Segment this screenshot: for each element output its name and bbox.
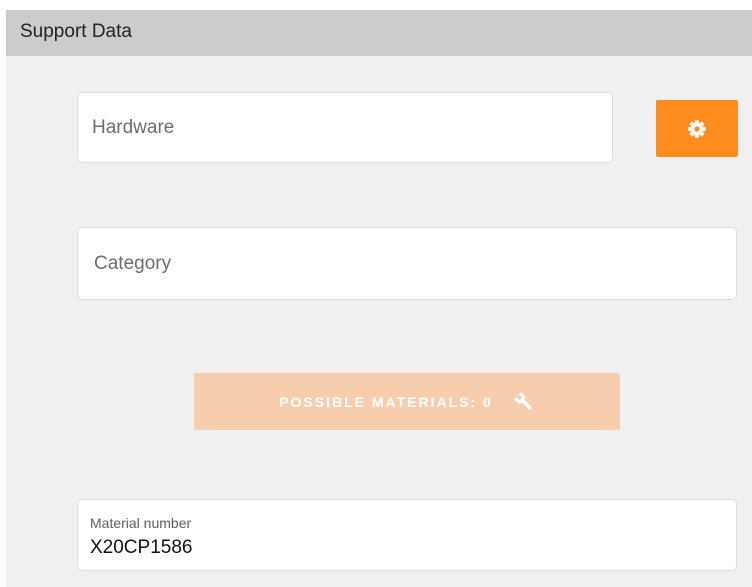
material-number-value: X20CP1586 <box>90 537 193 558</box>
hardware-placeholder: Hardware <box>92 116 175 138</box>
hardware-field[interactable]: Hardware <box>77 92 613 163</box>
category-field[interactable]: Category <box>77 227 737 300</box>
material-number-label: Material number <box>90 515 192 531</box>
category-placeholder: Category <box>94 252 172 274</box>
settings-button[interactable] <box>656 100 738 157</box>
possible-materials-label: POSSIBLE MATERIALS: 0 <box>279 393 493 410</box>
material-number-field[interactable]: Material number X20CP1586 <box>77 499 737 571</box>
possible-materials-button[interactable]: POSSIBLE MATERIALS: 0 <box>194 373 620 430</box>
support-data-panel: Support Data Hardware Category POSSIBLE … <box>6 10 752 587</box>
panel-header: Support Data <box>6 10 752 56</box>
panel-title: Support Data <box>20 21 132 42</box>
gear-icon <box>687 119 707 139</box>
wrench-icon <box>513 391 535 413</box>
